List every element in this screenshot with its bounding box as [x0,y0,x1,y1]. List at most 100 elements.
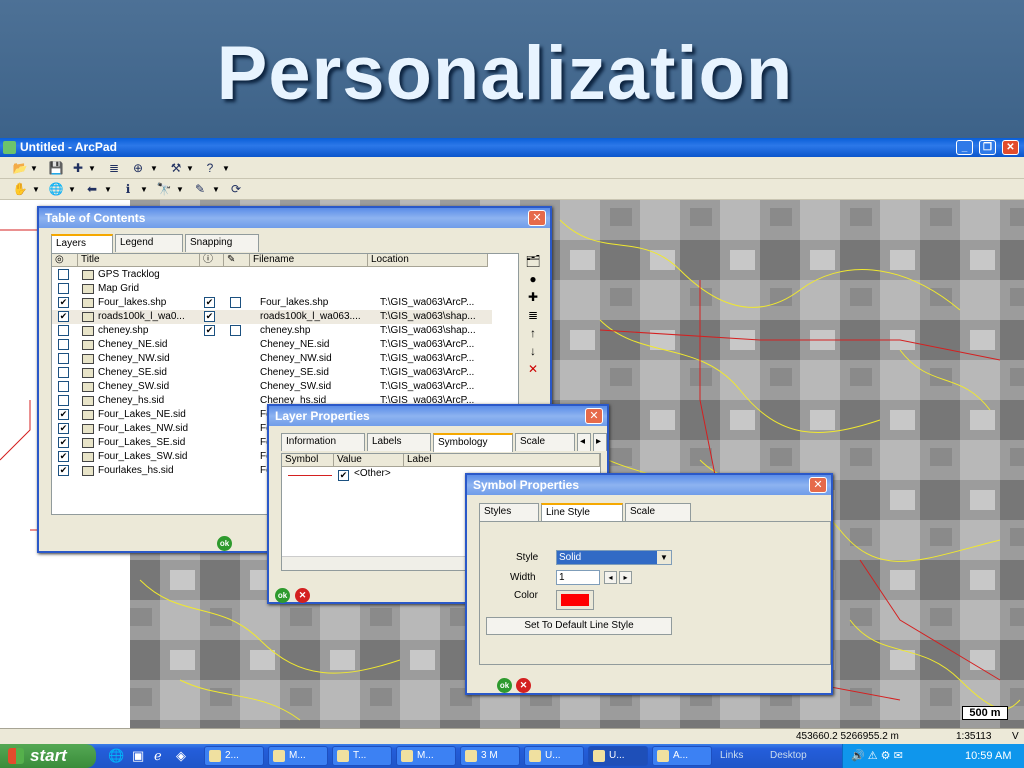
taskbar-task-button[interactable]: U... [588,746,648,766]
tab-legend[interactable]: Legend [115,234,183,252]
symbol-properties-close-button[interactable]: ✕ [809,477,827,493]
toc-close-button[interactable]: ✕ [528,210,546,226]
back-dropdown-icon[interactable]: ▼ [104,182,112,197]
pan-dropdown-icon[interactable]: ▼ [32,182,40,197]
width-input[interactable]: 1 [556,570,600,585]
minimize-button[interactable]: _ [956,140,973,155]
tab-symbology[interactable]: Symbology [433,433,513,452]
identify-dropdown-icon[interactable]: ▼ [140,182,148,197]
help-icon[interactable]: ? [202,161,218,176]
identify-icon[interactable]: ℹ [120,182,136,197]
tools-icon[interactable]: ⚒ [168,161,184,176]
tab-scroll-left[interactable]: ◂ [577,433,591,451]
column-identify[interactable]: ⓘ [200,254,224,267]
globe-icon[interactable]: 🌐 [48,182,64,197]
tab-styles[interactable]: Styles [479,503,539,521]
add-layer-dropdown-icon[interactable]: ▼ [88,161,96,176]
layer-row[interactable]: Cheney_NW.sid Cheney_NW.sid T:\GIS_wa063\A… [52,352,492,366]
tab-labels[interactable]: Labels [367,433,431,451]
layer-visible-checkbox[interactable] [58,367,69,378]
chevron-down-icon[interactable]: ▼ [657,551,671,564]
column-symbol[interactable]: Symbol [282,454,334,467]
layer-row[interactable]: GPS Tracklog [52,268,492,282]
tray-icons[interactable]: 🔊 ⚠ ⚙ ✉ [851,744,903,768]
width-increment-button[interactable]: ▸ [619,571,632,584]
layer-visible-checkbox[interactable] [58,381,69,392]
taskbar-task-button[interactable]: 3 M [460,746,520,766]
quicklaunch-globe-icon[interactable]: 🌐 [108,748,124,764]
layer-visible-checkbox[interactable]: ✔ [58,451,69,462]
column-filename[interactable]: Filename [250,254,368,267]
layer-row[interactable]: Map Grid [52,282,492,296]
taskbar-task-button[interactable]: 2... [204,746,264,766]
layer-properties-close-button[interactable]: ✕ [585,408,603,424]
tab-snapping[interactable]: Snapping [185,234,259,252]
tools-dropdown-icon[interactable]: ▼ [186,161,194,176]
restore-button[interactable]: ❐ [979,140,996,155]
links-toolbar[interactable]: Links [720,750,743,761]
column-visible[interactable]: ◎ [52,254,78,267]
tab-symbol-scale[interactable]: Scale [625,503,691,521]
desktop-toolbar[interactable]: Desktop [770,750,807,761]
save-icon[interactable]: 💾 [48,161,64,176]
column-label[interactable]: Label [404,454,600,467]
gps-icon[interactable]: ⊕ [130,161,146,176]
add-layer-icon[interactable]: ✚ [70,161,86,176]
symbol-properties-cancel-button[interactable]: ✕ [516,678,531,693]
add-data-icon[interactable]: ● [525,272,541,287]
gps-dropdown-icon[interactable]: ▼ [150,161,158,176]
layer-editable-checkbox[interactable] [230,325,241,336]
column-location[interactable]: Location [368,254,488,267]
layer-visible-checkbox[interactable]: ✔ [58,311,69,322]
layer-visible-checkbox[interactable] [58,325,69,336]
layer-row[interactable]: ✔ Four_lakes.shp ✔ Four_lakes.shp T:\GIS_wa0… [52,296,492,310]
layer-visible-checkbox[interactable]: ✔ [58,297,69,308]
taskbar-task-button[interactable]: M... [396,746,456,766]
layer-identify-checkbox[interactable]: ✔ [204,325,215,336]
layer-row[interactable]: Cheney_SW.sid Cheney_SW.sid T:\GIS_wa063\A… [52,380,492,394]
taskbar-task-button[interactable]: M... [268,746,328,766]
start-button[interactable]: start [0,744,96,768]
width-decrement-button[interactable]: ◂ [604,571,617,584]
tab-line-style[interactable]: Line Style [541,503,623,522]
layer-visible-checkbox[interactable] [58,395,69,406]
open-folder-icon[interactable]: 📂 [12,161,28,176]
clock[interactable]: 10:59 AM [965,744,1011,768]
layer-editable-checkbox[interactable] [230,297,241,308]
layer-row[interactable]: Cheney_NE.sid Cheney_NE.sid T:\GIS_wa063\A… [52,338,492,352]
layer-row[interactable]: Cheney_SE.sid Cheney_SE.sid T:\GIS_wa063\A… [52,366,492,380]
tab-layers[interactable]: Layers [51,234,113,253]
table-of-contents-icon[interactable]: ≣ [106,161,122,176]
style-select[interactable]: Solid ▼ [556,550,672,565]
globe-dropdown-icon[interactable]: ▼ [68,182,76,197]
set-default-line-style-button[interactable]: Set To Default Line Style [486,617,672,635]
remove-layer-icon[interactable]: ✕ [525,362,541,377]
layer-visible-checkbox[interactable] [58,339,69,350]
layer-visible-checkbox[interactable] [58,269,69,280]
column-title[interactable]: Title [78,254,200,267]
layer-properties-icon[interactable]: 🗂 [525,254,541,269]
edit-pen-icon[interactable]: ✎ [192,182,208,197]
layer-row[interactable]: ✔ roads100k_l_wa0... ✔ roads100k_l_wa063...… [52,310,492,324]
layer-visible-checkbox[interactable]: ✔ [58,465,69,476]
symbol-properties-ok-button[interactable]: ok [497,678,512,693]
layer-visible-checkbox[interactable] [58,353,69,364]
tab-scroll-right[interactable]: ▸ [593,433,607,451]
move-down-icon[interactable]: ↓ [525,344,541,359]
quicklaunch-arcpad-icon[interactable]: ◈ [176,748,186,764]
find-dropdown-icon[interactable]: ▼ [176,182,184,197]
move-up-icon[interactable]: ↑ [525,326,541,341]
close-button[interactable]: ✕ [1002,140,1019,155]
toc-ok-button[interactable]: ok [217,536,232,551]
symbol-properties-titlebar[interactable]: Symbol Properties [467,475,831,495]
find-binoculars-icon[interactable]: 🔭 [156,182,172,197]
pan-hand-icon[interactable]: ✋ [12,182,28,197]
taskbar-task-button[interactable]: T... [332,746,392,766]
layer-properties-ok-button[interactable]: ok [275,588,290,603]
layer-properties-cancel-button[interactable]: ✕ [295,588,310,603]
other-checkbox[interactable]: ✔ [338,470,349,481]
layer-visible-checkbox[interactable] [58,283,69,294]
help-dropdown-icon[interactable]: ▼ [222,161,230,176]
color-picker-button[interactable] [556,590,594,610]
toc-titlebar[interactable]: Table of Contents [39,208,550,228]
